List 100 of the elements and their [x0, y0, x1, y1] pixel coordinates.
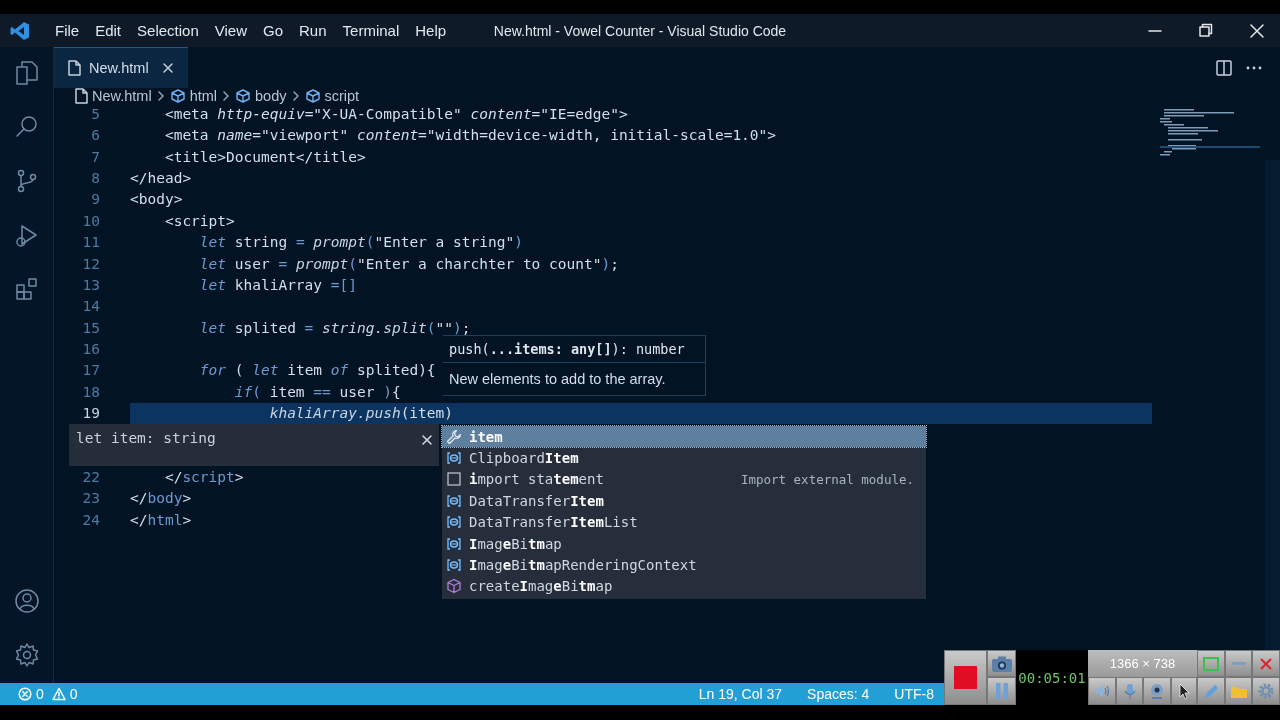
menu-item[interactable]: File: [47, 22, 88, 39]
line-number: 6: [90, 126, 101, 146]
line-number: 10: [81, 211, 101, 231]
menu-item[interactable]: Edit: [87, 22, 130, 39]
code-line: let khaliArray =[]: [198, 276, 357, 293]
minus-icon: [1231, 662, 1246, 665]
folder-button[interactable]: [1225, 677, 1252, 705]
suggest-item[interactable]: import statement Import external module.: [442, 468, 926, 491]
square-icon: [446, 471, 462, 488]
menu-item[interactable]: Terminal: [334, 22, 408, 39]
code-line: <meta name="viewport" content="width=device-width, initial-scale=1.0">: [163, 127, 777, 144]
code-line: <script>: [163, 212, 235, 229]
line-number: 8: [90, 169, 101, 189]
menu-item[interactable]: Run: [291, 22, 335, 39]
settings-button[interactable]: [1252, 677, 1280, 705]
code-line: if( item == user ){: [233, 383, 401, 400]
app-logo-icon: [10, 20, 30, 41]
line-number: 24: [81, 510, 101, 530]
suggest-item[interactable]: item: [442, 426, 926, 448]
line-number: 22: [81, 468, 101, 488]
minimize-button[interactable]: [1225, 650, 1252, 677]
cube-icon: [304, 88, 321, 104]
wrench-icon: [446, 428, 462, 445]
close-icon[interactable]: [160, 61, 175, 75]
menu-item[interactable]: Help: [407, 22, 455, 39]
code-line: let user = prompt("Enter a charchter to count");: [198, 255, 619, 272]
error-icon: [18, 687, 32, 701]
file-icon: [74, 88, 88, 104]
code-line: </script>: [163, 469, 244, 486]
code-line: for ( let item of splited){: [198, 362, 436, 379]
camera-icon: [990, 654, 1013, 673]
variable-icon: [446, 535, 462, 552]
cube-icon: [169, 88, 186, 104]
code-line: </head>: [130, 170, 192, 187]
code-line: </html>: [130, 511, 192, 528]
code-line: khaliArray.push(item): [268, 405, 453, 422]
variable-icon: [446, 492, 462, 509]
suggest-item[interactable]: createImageBitmap: [442, 575, 926, 598]
line-number: 23: [81, 489, 101, 509]
suggest-item[interactable]: ClipboardItem: [442, 447, 926, 469]
line-number: 18: [81, 382, 101, 402]
line-number: 11: [81, 233, 101, 253]
code-line: </body>: [130, 490, 192, 507]
breadcrumb-item[interactable]: New.html: [92, 88, 152, 104]
suggest-item[interactable]: DataTransferItem: [442, 490, 926, 512]
chevron-icon: [221, 89, 232, 103]
editor-tab[interactable]: New.html: [54, 47, 188, 88]
square-icon: [954, 666, 977, 689]
variable-icon: [446, 557, 462, 574]
line-number: 16: [81, 339, 101, 359]
square-icon: [1201, 654, 1221, 673]
code-line: <title>Document</title>: [163, 148, 366, 165]
line-number: 14: [81, 297, 101, 317]
suggest-item[interactable]: ImageBitmap: [442, 532, 926, 555]
type-hover-text: let item: string: [76, 430, 216, 447]
close-icon[interactable]: [421, 434, 433, 447]
chevron-icon: [290, 89, 301, 103]
pause-icon: [993, 682, 1010, 700]
breadcrumb-item[interactable]: body: [255, 88, 287, 104]
account-icon[interactable]: [12, 587, 41, 615]
suggest-item[interactable]: DataTransferItemList: [442, 511, 926, 533]
line-number: 13: [81, 275, 101, 295]
variable-icon: [446, 514, 462, 531]
resolution-label: 1366 × 738: [1088, 650, 1197, 677]
variable-icon: [446, 450, 462, 467]
code-line: let splited = string.split("");: [198, 319, 471, 336]
breadcrumb-item[interactable]: script: [324, 88, 360, 104]
error-count: 0: [36, 686, 44, 702]
tab-label: New.html: [89, 60, 149, 76]
code-line: let string = prompt("Enter a string"): [198, 234, 523, 251]
menu-item[interactable]: Selection: [129, 22, 207, 39]
cube-icon: [235, 88, 252, 104]
suggest-item[interactable]: ImageBitmapRenderingContext: [442, 554, 926, 576]
warning-count: 0: [69, 686, 78, 702]
warning-icon: [51, 687, 66, 701]
window-title: New.html - Vowel Counter - Visual Studio Code: [493, 22, 787, 39]
line-number: 12: [81, 254, 101, 274]
speaker-button[interactable]: [1088, 677, 1116, 705]
line-number: 9: [90, 190, 101, 210]
code-line: <body>: [130, 191, 183, 208]
menu-item[interactable]: View: [206, 22, 255, 39]
line-number: 7: [90, 147, 101, 167]
split-editor-icon[interactable]: [1215, 58, 1233, 77]
microphone-button[interactable]: [1116, 677, 1143, 705]
breadcrumb-item[interactable]: html: [189, 88, 218, 104]
webcam-button[interactable]: [1143, 677, 1171, 705]
settings-icon: [1256, 682, 1276, 700]
cursor-button[interactable]: [1171, 677, 1197, 705]
code-line: <meta http-equiv="X-UA-Compatible" content="IE=edge">: [163, 106, 628, 122]
menu-item[interactable]: Go: [255, 22, 291, 39]
signature-doc: New elements to add to the array.: [448, 370, 667, 389]
line-number: 5: [90, 105, 101, 124]
line-number: 19: [81, 404, 101, 424]
chevron-icon: [155, 89, 166, 103]
speaker-icon: [1092, 682, 1112, 700]
close-button[interactable]: [1252, 650, 1280, 677]
cube-icon: [446, 578, 462, 595]
line-number: 15: [81, 318, 101, 338]
file-icon: [67, 60, 81, 76]
camera-button[interactable]: [987, 650, 1016, 677]
